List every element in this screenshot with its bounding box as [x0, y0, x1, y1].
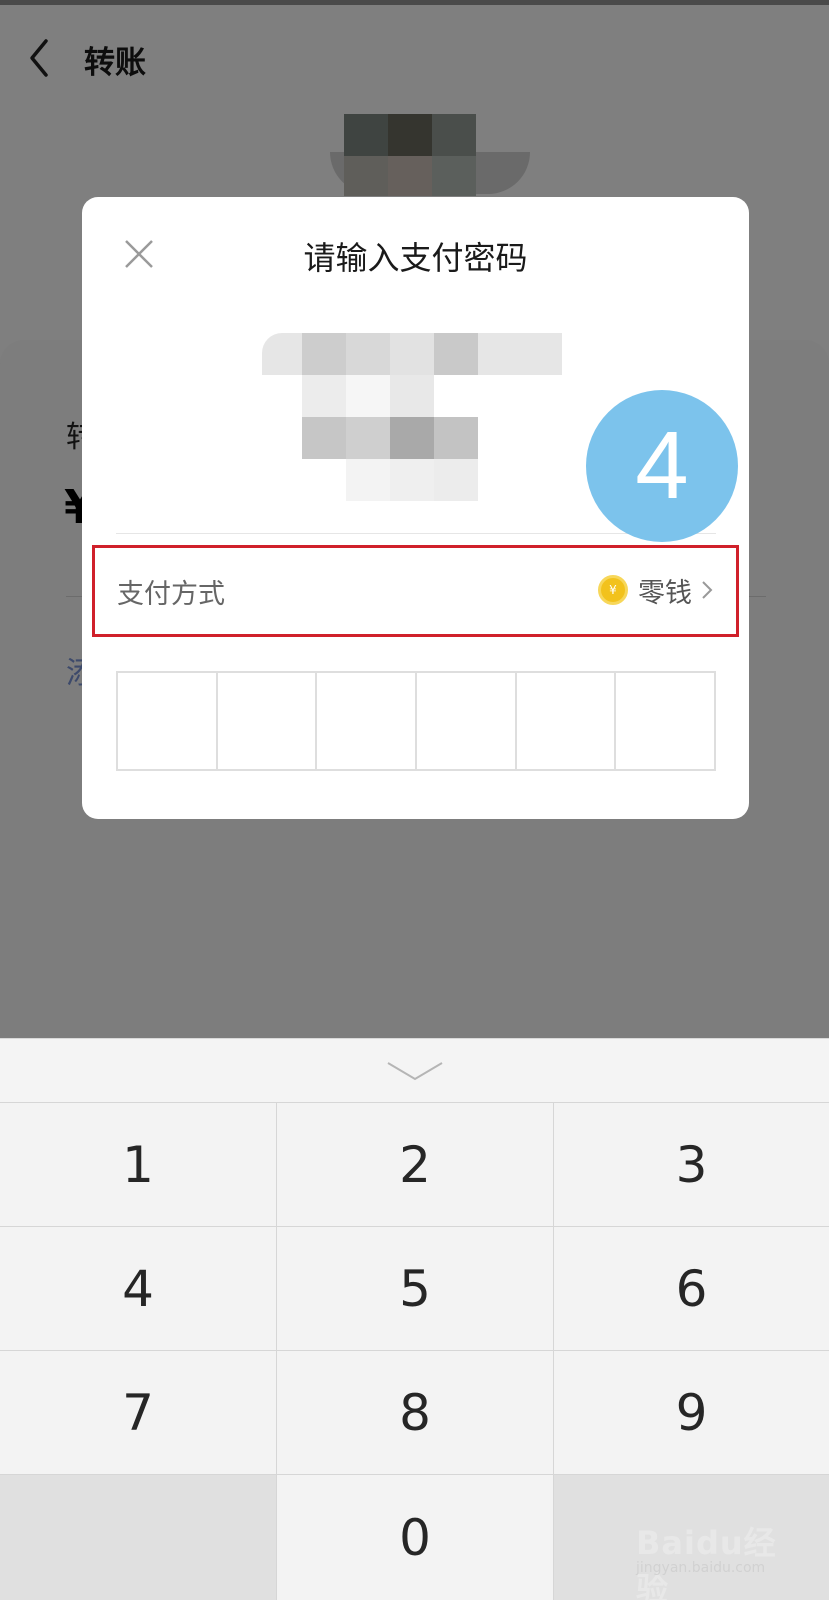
key-2[interactable]: 2 [277, 1103, 554, 1227]
dialog-title: 请输入支付密码 [303, 239, 528, 277]
key-1[interactable]: 1 [0, 1103, 277, 1227]
chevron-left-icon [30, 39, 48, 77]
password-digit-box [218, 673, 318, 769]
password-digit-box [517, 673, 617, 769]
key-6[interactable]: 6 [554, 1227, 829, 1351]
payment-method-label: 支付方式 [117, 579, 225, 610]
key-0[interactable]: 0 [277, 1475, 554, 1600]
chevron-right-icon [702, 581, 713, 599]
key-5[interactable]: 5 [277, 1227, 554, 1351]
step-number-badge: 4 [586, 390, 738, 542]
password-digit-box [417, 673, 517, 769]
watermark-logo-text: Baidu经验 [636, 1524, 777, 1600]
password-digit-box [616, 673, 714, 769]
key-3[interactable]: 3 [554, 1103, 829, 1227]
back-button[interactable] [22, 33, 62, 83]
password-digit-box [317, 673, 418, 769]
payment-method-name: 零钱 [638, 577, 692, 609]
payment-method-selector[interactable]: 支付方式 ¥ 零钱 [92, 545, 739, 637]
key-9[interactable]: 9 [554, 1351, 829, 1475]
key-blank [0, 1475, 277, 1600]
key-8[interactable]: 8 [277, 1351, 554, 1475]
key-7[interactable]: 7 [0, 1351, 277, 1475]
watermark-url: jingyan.baidu.com [636, 1560, 766, 1576]
coin-icon: ¥ [598, 575, 628, 605]
keypad-header [0, 1038, 829, 1102]
navigation-bar: 转账 [0, 5, 829, 105]
collapse-keypad-button[interactable] [384, 1057, 446, 1085]
key-4[interactable]: 4 [0, 1227, 277, 1351]
baidu-watermark: Baidu经验 jingyan.baidu.com [628, 1508, 808, 1600]
password-digit-box [118, 673, 218, 769]
recipient-avatar-blurred [330, 112, 530, 202]
payment-amount-blurred [262, 333, 572, 513]
password-input[interactable] [116, 671, 716, 771]
page-title: 转账 [84, 45, 146, 81]
chevron-down-icon [387, 1062, 443, 1081]
payment-method-value: ¥ 零钱 [598, 570, 714, 610]
